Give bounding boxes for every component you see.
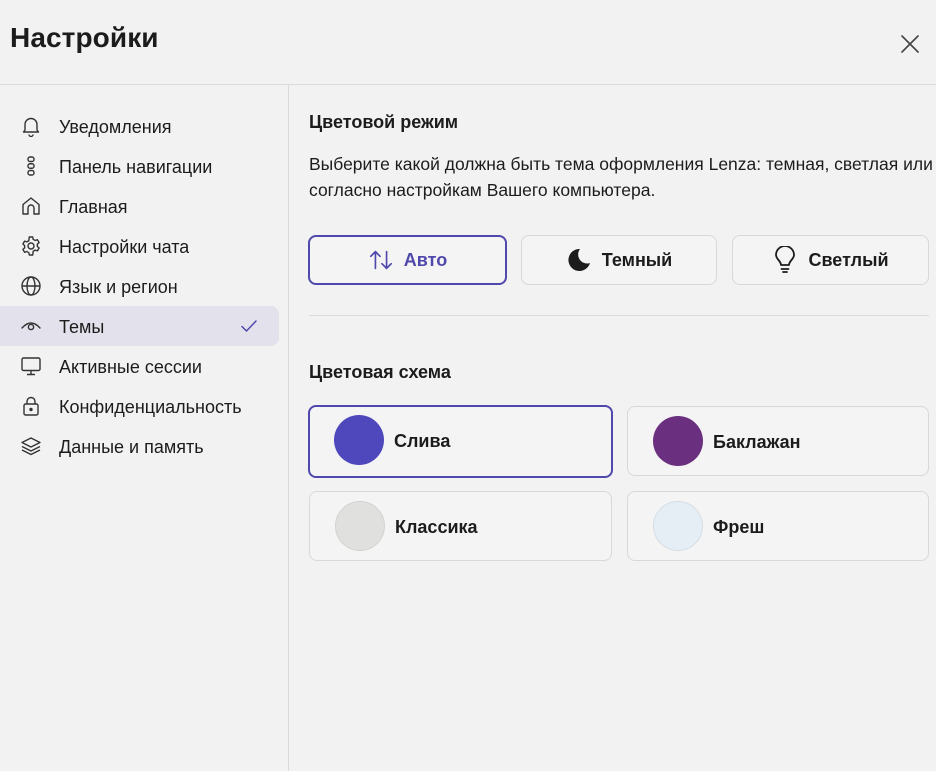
settings-sidebar: Уведомления Панель навигации Главная Нас…: [0, 85, 289, 771]
scheme-fresh-card[interactable]: Фреш: [627, 491, 929, 561]
sidebar-item-active-sessions[interactable]: Активные сессии: [0, 346, 279, 386]
mode-light-label: Светлый: [808, 249, 889, 270]
sidebar-item-label: Активные сессии: [59, 357, 202, 377]
fresh-swatch: [653, 501, 703, 551]
monitor-icon: [20, 355, 42, 377]
sidebar-item-label: Конфиденциальность: [59, 397, 242, 417]
lock-icon: [20, 395, 42, 417]
sidebar-item-label: Данные и память: [59, 437, 204, 457]
gear-icon: [20, 235, 42, 257]
sidebar-item-language-region[interactable]: Язык и регион: [0, 266, 279, 306]
close-button[interactable]: [896, 30, 924, 58]
scheme-classic-card[interactable]: Классика: [309, 491, 612, 561]
sidebar-item-label: Настройки чата: [59, 237, 190, 257]
eye-icon: [20, 315, 42, 337]
scheme-classic-label: Классика: [395, 517, 478, 537]
eggplant-swatch: [653, 416, 703, 466]
scheme-fresh-label: Фреш: [713, 517, 765, 537]
sidebar-item-navigation-panel[interactable]: Панель навигации: [0, 146, 279, 186]
mode-auto-button[interactable]: Авто: [308, 235, 507, 285]
section-divider: [309, 315, 929, 316]
settings-header: Настройки: [0, 0, 936, 85]
color-scheme-title: Цветовая схема: [309, 362, 451, 382]
sidebar-item-label: Главная: [59, 197, 128, 217]
settings-content: Цветовой режим Выберите какой должна быт…: [289, 85, 936, 771]
sidebar-item-privacy[interactable]: Конфиденциальность: [0, 386, 279, 426]
scheme-eggplant-card[interactable]: Баклажан: [627, 406, 929, 476]
sidebar-item-chat-settings[interactable]: Настройки чата: [0, 226, 279, 266]
lightbulb-icon: [772, 246, 798, 273]
globe-icon: [20, 275, 42, 297]
sidebar-item-label: Панель навигации: [59, 157, 213, 177]
mode-auto-label: Авто: [403, 249, 448, 270]
scheme-plum-card[interactable]: Слива: [308, 405, 613, 478]
sidebar-item-home[interactable]: Главная: [0, 186, 279, 226]
plum-swatch: [334, 415, 384, 465]
sidebar-item-themes[interactable]: Темы: [0, 306, 279, 346]
sidebar-item-label: Уведомления: [59, 117, 172, 137]
bell-icon: [20, 115, 42, 137]
sidebar-item-label: Темы: [59, 317, 105, 337]
classic-swatch: [335, 501, 385, 551]
color-mode-title: Цветовой режим: [309, 112, 459, 132]
sidebar-item-label: Язык и регион: [59, 277, 178, 297]
color-mode-description: Выберите какой должна быть тема оформлен…: [309, 154, 933, 200]
close-icon: [901, 35, 919, 53]
home-icon: [20, 195, 42, 217]
auto-sort-arrows-icon: [368, 247, 394, 273]
navigation-panel-icon: [20, 155, 42, 177]
mode-dark-label: Темный: [601, 249, 673, 270]
scheme-plum-label: Слива: [394, 431, 451, 451]
settings-window: Настройки Уведомления Панель навигации Г…: [0, 0, 936, 771]
sidebar-item-data-storage[interactable]: Данные и память: [0, 426, 279, 466]
moon-icon: [566, 247, 592, 273]
scheme-eggplant-label: Баклажан: [713, 432, 801, 452]
mode-dark-button[interactable]: Темный: [521, 235, 717, 285]
checkmark-icon: [241, 320, 257, 332]
layers-icon: [20, 435, 42, 457]
mode-light-button[interactable]: Светлый: [732, 235, 929, 285]
page-title: Настройки: [10, 22, 159, 53]
sidebar-item-notifications[interactable]: Уведомления: [0, 106, 279, 146]
